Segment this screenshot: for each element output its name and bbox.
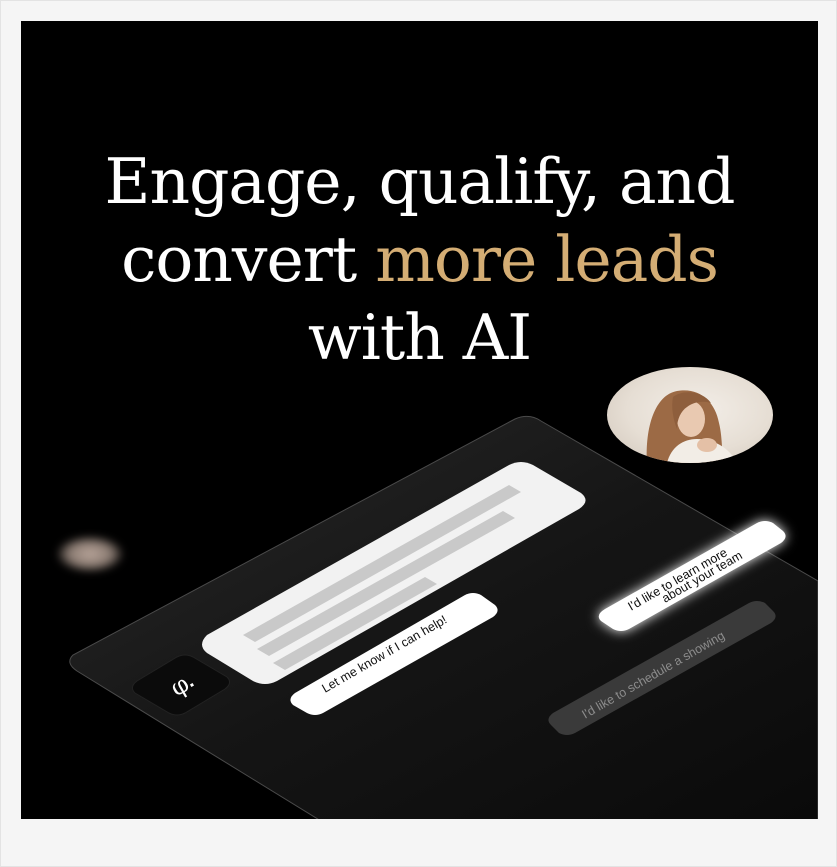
page-frame: Engage, qualify, and convert more leads … bbox=[0, 0, 837, 867]
hero-banner: Engage, qualify, and convert more leads … bbox=[21, 21, 818, 819]
chat-scene: Let me know if I can help! φ I'd like to… bbox=[69, 415, 818, 819]
